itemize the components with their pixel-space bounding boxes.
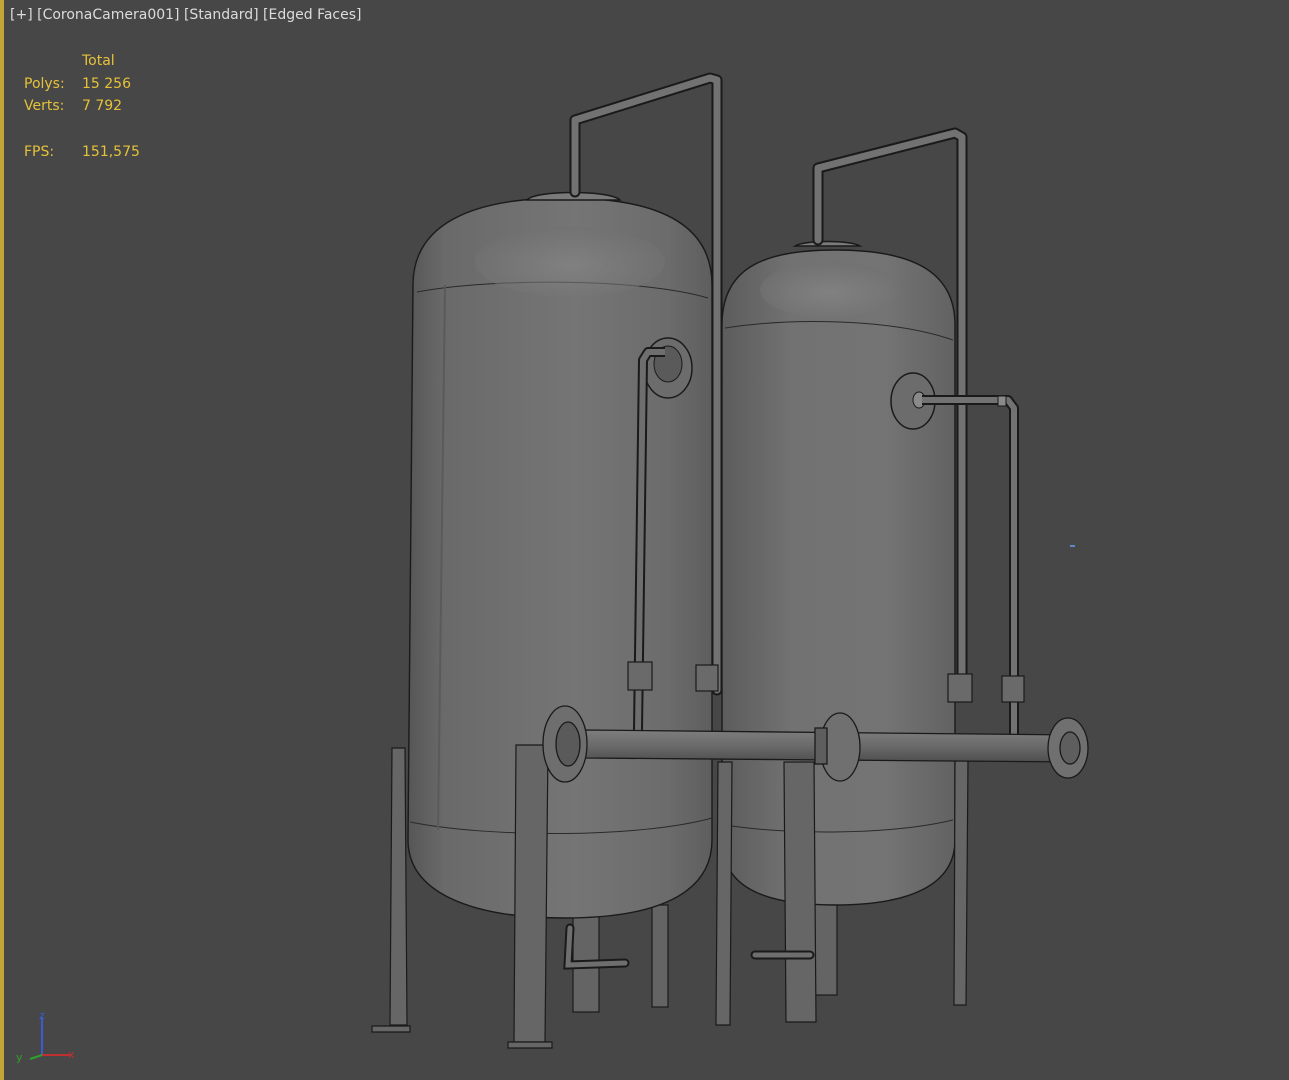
axis-z-label: z [39, 1009, 45, 1022]
scene-marker [1070, 545, 1075, 547]
perspective-viewport[interactable]: [+] [CoronaCamera001] [Standard] [Edged … [0, 0, 1289, 1080]
tank-left [407, 191, 713, 919]
axis-gizmo: z y x [16, 1009, 75, 1064]
axis-x-label: x [68, 1048, 75, 1061]
scene-3d-model[interactable] [0, 0, 1289, 1080]
axis-y-label: y [16, 1051, 23, 1064]
bottom-drains [563, 923, 815, 970]
tank-right [721, 240, 956, 906]
